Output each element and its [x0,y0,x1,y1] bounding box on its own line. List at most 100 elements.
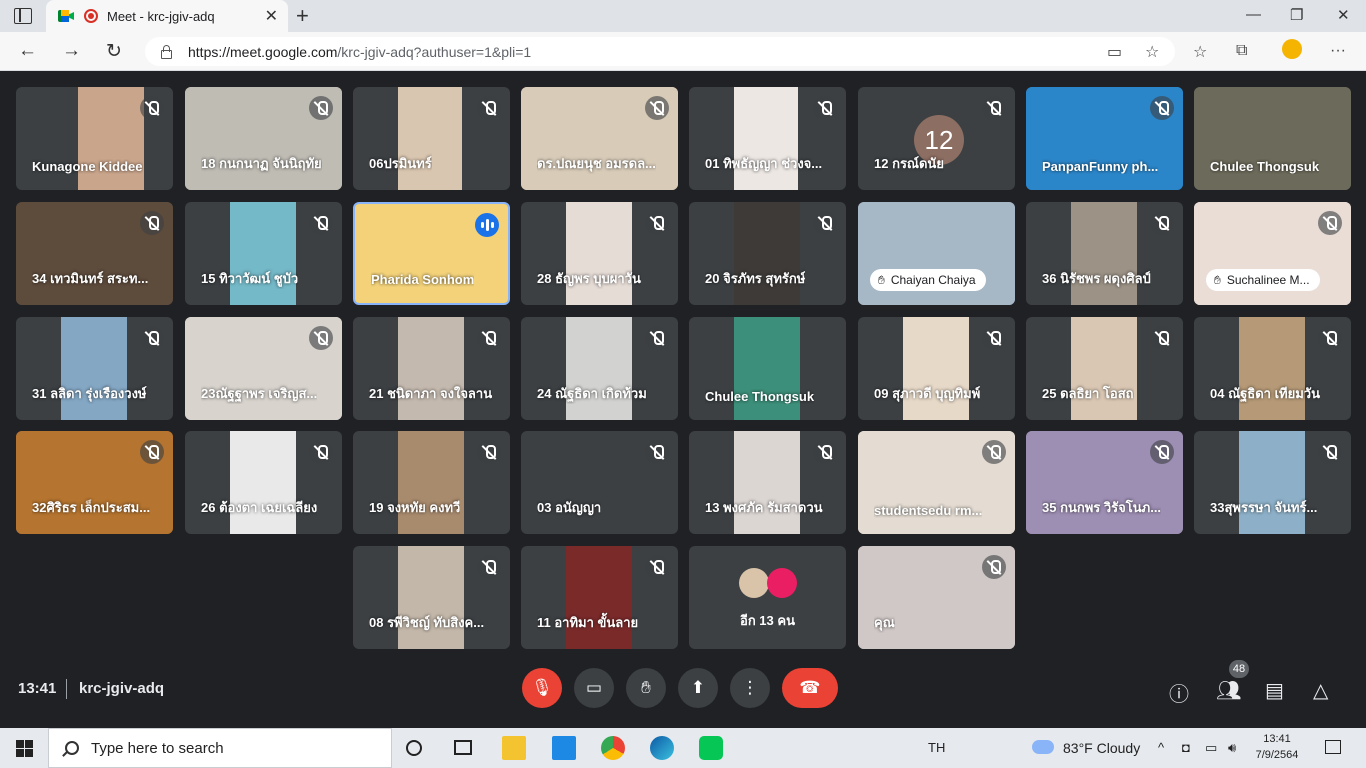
participant-tile[interactable]: 28 ธัญพร บุบผาวัน [521,202,678,305]
participant-video [734,87,798,190]
windows-start-icon[interactable] [16,740,33,757]
participant-tile[interactable]: ✋︎ Suchalinee M... [1194,202,1351,305]
tab-title: Meet - krc-jgiv-adq [107,8,215,24]
participant-tile[interactable]: คุณ [858,546,1015,649]
chat-icon[interactable]: ▤ [1265,678,1284,703]
mic-muted-icon [1318,326,1342,350]
settings-more-icon[interactable]: ··· [1330,42,1346,60]
participant-name: 33สุพรรษา จันทร์... [1210,500,1318,515]
participant-tile[interactable]: 21 ชนิดาภา จงใจลาน [353,317,510,420]
webcam-tray-icon[interactable]: ◘ [1182,740,1190,755]
new-tab-button[interactable]: + [296,3,309,29]
participant-tile[interactable]: 09 สุภาวดี บุญทิมพ์ [858,317,1015,420]
tab-actions-icon[interactable] [14,8,32,24]
participant-name: 28 ธัญพร บุบผาวัน [537,271,641,286]
participant-tile[interactable]: 01 ทิพธัญญา ช่วงจ... [689,87,846,190]
weather-text[interactable]: 83°F Cloudy [1063,740,1140,756]
cortana-icon[interactable] [406,740,422,756]
speaking-indicator-icon [475,213,499,237]
minimize-button[interactable]: — [1246,6,1261,23]
volume-icon[interactable]: 🔊︎ [1228,740,1236,756]
participant-tile[interactable]: 31 ลลิดา รุ่งเรืองวงษ์ [16,317,173,420]
camera-toggle-button[interactable]: ▭ [574,668,614,708]
show-hidden-icons-icon[interactable]: ^ [1158,740,1164,755]
camera-in-use-icon[interactable]: ▭ [1107,42,1122,62]
more-options-button[interactable]: ⋮ [730,668,770,708]
task-view-icon[interactable] [454,740,472,755]
raise-hand-button[interactable]: ✋︎ [626,668,666,708]
participant-tile[interactable]: 20 จิรภัทร สุทรักษ์ [689,202,846,305]
people-icon[interactable]: 👥︎ [1216,678,1241,703]
notifications-icon[interactable] [1325,740,1341,754]
participant-name: 31 ลลิดา รุ่งเรืองวงษ์ [32,386,147,401]
input-language[interactable]: TH [928,740,945,755]
participant-tile[interactable]: 06ปรมินทร์ [353,87,510,190]
participant-tile[interactable]: studentsedu rm... [858,431,1015,534]
photos-icon[interactable] [552,736,576,760]
participant-tile[interactable]: 35 กนกพร วิรัจโนภ... [1026,431,1183,534]
url-field[interactable]: https://meet.google.com/krc-jgiv-adq?aut… [145,37,1175,66]
participant-tile[interactable]: 34 เทวมินทร์ สระท... [16,202,173,305]
mic-muted-icon [1318,211,1342,235]
profile-avatar[interactable] [1282,39,1302,59]
chrome-icon[interactable] [601,736,625,760]
file-explorer-icon[interactable] [502,736,526,760]
participant-tile[interactable]: Pharida Sonhom [353,202,510,305]
mic-muted-icon [477,326,501,350]
line-icon[interactable] [699,736,723,760]
participant-tile[interactable]: PanpanFunny ph... [1026,87,1183,190]
participant-video [566,546,632,649]
participant-tile[interactable]: 11 อาทิมา ขั้นลาย [521,546,678,649]
lock-icon [161,44,172,59]
battery-icon[interactable]: ▭ [1205,740,1217,756]
participant-tile[interactable]: 25 ดลธิยา โอสถ [1026,317,1183,420]
maximize-button[interactable]: ❐ [1290,6,1303,24]
forward-icon[interactable]: → [62,40,81,62]
participant-tile[interactable]: 19 จงหทัย คงทวี [353,431,510,534]
mic-muted-icon [309,440,333,464]
tab-close-icon[interactable]: ✕ [265,6,278,26]
add-favorite-icon[interactable]: ☆ [1145,42,1159,62]
favorites-icon[interactable]: ☆ [1193,42,1207,62]
participant-tile[interactable]: 26 ต้องตา เฉยเฉลียง [185,431,342,534]
participant-tile[interactable]: 13 พงศภัค รัมสาดวน [689,431,846,534]
microphone-toggle-button[interactable]: 🎙︎ [522,668,562,708]
participant-tile[interactable]: Chulee Thongsuk [689,317,846,420]
participant-tile[interactable]: 08 รพีวิชญ์ ทับสิงค... [353,546,510,649]
back-icon[interactable]: ← [18,40,37,62]
participant-tile[interactable]: อีก 13 คน [689,546,846,649]
collections-icon[interactable]: ⧉ [1236,42,1247,60]
edge-icon[interactable] [650,736,674,760]
leave-call-button[interactable]: ☎︎ [782,668,838,708]
participant-video [1239,317,1305,420]
participant-video [1071,202,1137,305]
participant-tile[interactable]: 15 ทิวาวัฒน์ ชูบัว [185,202,342,305]
participant-tile[interactable]: 03 อนัญญา [521,431,678,534]
participant-tile[interactable]: ดร.ปณยนุช อมรดล... [521,87,678,190]
taskbar-search-box[interactable]: Type here to search [48,728,392,768]
meet-favicon-icon [58,9,74,23]
participant-tile[interactable]: 23ณัฐฐาพร เจริญส... [185,317,342,420]
present-screen-button[interactable]: ⬆ [678,668,718,708]
participant-tile[interactable]: Chulee Thongsuk [1194,87,1351,190]
participant-tile[interactable]: 24 ณัฐธิดา เกิดท้วม [521,317,678,420]
mic-muted-icon [982,555,1006,579]
participant-tile[interactable]: 33สุพรรษา จันทร์... [1194,431,1351,534]
meeting-details-icon[interactable]: ⓘ [1169,678,1189,707]
participant-tile[interactable]: 04 ณัฐธิดา เทียมวัน [1194,317,1351,420]
refresh-icon[interactable]: ↻ [106,40,122,63]
activities-icon[interactable]: △ [1313,678,1328,703]
system-clock[interactable]: 13:41 7/9/2564 [1252,731,1302,763]
cloud-icon [1032,740,1054,754]
mic-muted-icon [140,440,164,464]
browser-tab-bar: Meet - krc-jgiv-adq ✕ + — ❐ ✕ [0,0,1366,32]
participant-tile[interactable]: 36 นิรัชพร ผดุงศิลป์ [1026,202,1183,305]
participant-name: 12 กรณ์ดนัย [874,156,944,171]
browser-tab[interactable]: Meet - krc-jgiv-adq ✕ [46,0,288,32]
participant-tile[interactable]: 18 กนกนาฏ จันนิฤทัย [185,87,342,190]
close-window-button[interactable]: ✕ [1337,6,1350,24]
participant-tile[interactable]: ✋︎ Chaiyan Chaiya [858,202,1015,305]
participant-tile[interactable]: 32ศิริธร เล็กประสม... [16,431,173,534]
participant-tile[interactable]: Kunagone Kiddee [16,87,173,190]
participant-tile[interactable]: 12 12 กรณ์ดนัย [858,87,1015,190]
